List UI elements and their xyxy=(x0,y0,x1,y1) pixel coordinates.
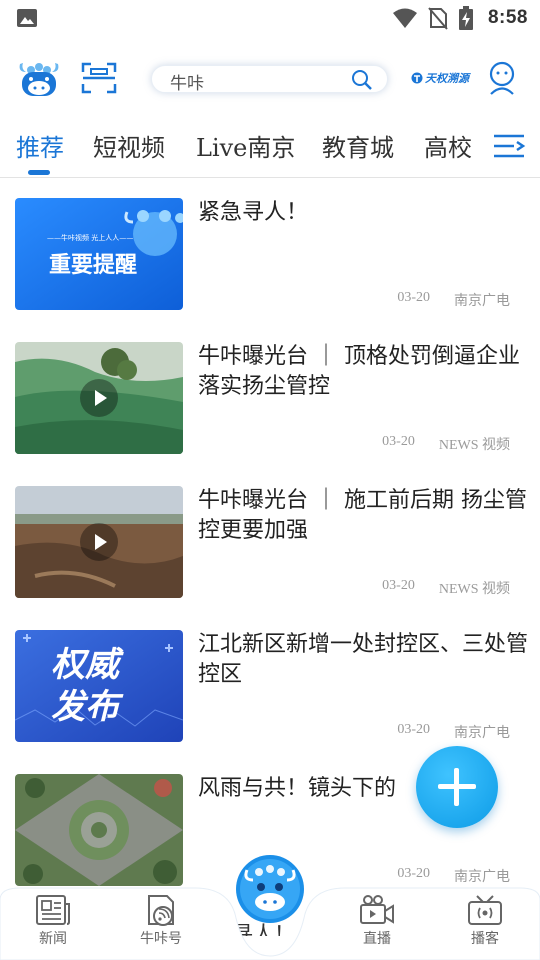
nav-label: 新闻 xyxy=(39,931,67,947)
news-source: NEWS 视频 xyxy=(438,582,510,597)
news-source: 南京广电 xyxy=(454,294,510,309)
brand-text: 天权溯源 xyxy=(425,72,469,85)
channel-tabs: 推荐 短视频 Live南京 教育城 高校 xyxy=(0,122,540,178)
wifi-icon xyxy=(392,8,417,28)
tab-recommend[interactable]: 推荐 xyxy=(16,128,64,163)
news-thumbnail[interactable] xyxy=(15,774,183,886)
nav-podcast[interactable]: 播客 xyxy=(450,894,520,956)
nav-label: 直播 xyxy=(363,931,391,947)
nav-news[interactable]: 新闻 xyxy=(18,894,88,956)
tab-universities[interactable]: 高校 xyxy=(424,128,472,163)
news-date: 03-20 xyxy=(382,434,415,449)
subscription-feed-icon xyxy=(148,895,174,926)
news-thumbnail[interactable]: 权威 发布 xyxy=(15,630,183,742)
news-title[interactable]: 江北新区新增一处封控区、三处管控区 xyxy=(198,630,528,690)
mascot-home-icon[interactable] xyxy=(235,854,305,924)
nav-niuka-account[interactable]: 牛咔号 xyxy=(126,894,196,956)
tab-live-nanjing[interactable]: Live南京 xyxy=(196,128,295,163)
news-thumbnail[interactable] xyxy=(15,486,183,598)
broadcast-tv-icon xyxy=(468,895,502,925)
news-meta: 03-20 南京广电 xyxy=(397,722,510,742)
brand-badge[interactable]: 天权溯源 xyxy=(411,69,475,87)
news-meta: 03-20 NEWS 视频 xyxy=(382,434,510,454)
news-title[interactable]: 牛咔曝光台 ｜ 施工前后期 扬尘管控更要加强 xyxy=(198,486,528,546)
search-input[interactable]: 牛咔 xyxy=(170,69,204,94)
brand-logo-icon xyxy=(411,72,423,84)
newspaper-icon xyxy=(36,895,70,925)
no-sim-icon xyxy=(428,7,448,30)
nav-label: 牛咔号 xyxy=(140,931,182,947)
news-source: NEWS 视频 xyxy=(438,438,510,453)
battery-charging-icon xyxy=(458,6,473,30)
nav-label: 播客 xyxy=(471,931,499,947)
search-icon[interactable] xyxy=(351,69,373,91)
news-date: 03-20 xyxy=(397,290,430,305)
status-bar: 8:58 xyxy=(0,0,540,36)
gallery-notification-icon xyxy=(17,9,37,27)
thumb-subtext: ——牛咔视频 光上人人—— xyxy=(47,233,133,242)
news-item[interactable]: 牛咔曝光台 ｜ 施工前后期 扬尘管控更要加强 03-20 NEWS 视频 xyxy=(0,486,540,630)
scan-icon[interactable] xyxy=(80,61,118,95)
news-thumbnail[interactable] xyxy=(15,342,183,454)
tab-education-city[interactable]: 教育城 xyxy=(322,128,394,163)
thumb-headline: 重要提醒 xyxy=(49,252,137,278)
add-button[interactable] xyxy=(416,746,498,828)
live-camera-icon xyxy=(360,895,394,924)
nav-live[interactable]: 直播 xyxy=(342,894,412,956)
thumb-headline-1: 权威 xyxy=(51,645,124,685)
tab-short-video[interactable]: 短视频 xyxy=(93,128,165,163)
news-title[interactable]: 牛咔曝光台 ｜ 顶格处罚倒逼企业落实扬尘管控 xyxy=(198,342,528,402)
news-title[interactable]: 紧急寻人！ xyxy=(198,198,528,228)
clock: 8:58 xyxy=(487,7,528,28)
channel-menu-icon[interactable] xyxy=(492,132,526,160)
app-logo-icon[interactable] xyxy=(16,58,62,98)
news-item[interactable]: ——牛咔视频 光上人人—— 重要提醒 紧急寻人！ 03-20 南京广电 xyxy=(0,198,540,342)
user-profile-icon[interactable] xyxy=(486,61,518,95)
search-bar[interactable]: 牛咔 xyxy=(151,65,388,94)
news-thumbnail[interactable]: ——牛咔视频 光上人人—— 重要提醒 xyxy=(15,198,183,310)
app-header: 牛咔 天权溯源 xyxy=(0,48,540,110)
news-date: 03-20 xyxy=(397,722,430,737)
news-date: 03-20 xyxy=(382,578,415,593)
news-meta: 03-20 NEWS 视频 xyxy=(382,578,510,598)
news-item[interactable]: 牛咔曝光台 ｜ 顶格处罚倒逼企业落实扬尘管控 03-20 NEWS 视频 xyxy=(0,342,540,486)
active-tab-indicator xyxy=(28,170,50,175)
news-meta: 03-20 南京广电 xyxy=(397,290,510,310)
play-icon[interactable] xyxy=(80,379,118,417)
news-source: 南京广电 xyxy=(454,726,510,741)
thumb-headline-2: 发布 xyxy=(51,687,124,727)
play-icon[interactable] xyxy=(80,523,118,561)
